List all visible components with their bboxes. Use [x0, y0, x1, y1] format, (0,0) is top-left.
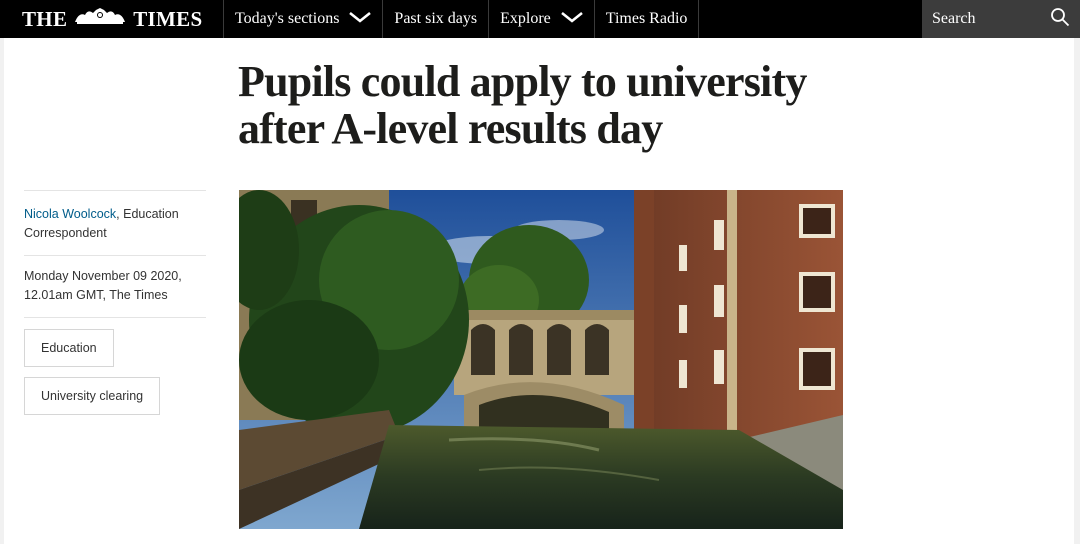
royal-crest-icon	[71, 6, 129, 32]
nav-label: Today's sections	[235, 10, 340, 27]
nav-explore[interactable]: Explore	[489, 0, 595, 38]
tag-university-clearing[interactable]: University clearing	[24, 377, 161, 415]
nav-label: Explore	[500, 10, 551, 27]
logo-text-the: THE	[22, 6, 68, 31]
times-logo[interactable]: THE TIMES	[0, 0, 224, 38]
nav-todays-sections[interactable]: Today's sections	[224, 0, 384, 38]
nav-times-radio[interactable]: Times Radio	[595, 0, 700, 38]
tag-education[interactable]: Education	[24, 329, 114, 367]
search-button[interactable]: Search	[922, 0, 1080, 38]
publish-time-source: 12.01am GMT, The Times	[24, 288, 168, 302]
nav-past-six-days[interactable]: Past six days	[383, 0, 490, 38]
article-meta: Nicola Woolcock, Education Correspondent…	[24, 190, 206, 425]
nav-label: Past six days	[394, 10, 478, 27]
article-headline: Pupils could apply to university after A…	[238, 58, 878, 152]
publish-date: Monday November 09 2020,	[24, 269, 182, 283]
top-navigation: THE TIMES Today's sections Past six days…	[0, 0, 1080, 38]
author-link[interactable]: Nicola Woolcock	[24, 207, 116, 221]
page-gutter-left	[0, 38, 4, 544]
headline-line-2: after A-level results day	[238, 104, 663, 153]
headline-line-1: Pupils could apply to university	[238, 57, 807, 106]
bridge-of-sighs-photo	[239, 190, 843, 529]
search-label: Search	[932, 10, 976, 27]
topic-tags: Education University clearing	[24, 329, 206, 415]
page-gutter-right	[1074, 38, 1080, 544]
logo-text-times: TIMES	[133, 6, 203, 31]
chevron-down-icon	[349, 10, 372, 28]
chevron-down-icon	[560, 10, 583, 28]
search-icon	[1050, 7, 1070, 32]
dateline: Monday November 09 2020, 12.01am GMT, Th…	[24, 256, 206, 317]
byline: Nicola Woolcock, Education Correspondent	[24, 191, 206, 255]
divider	[24, 317, 206, 318]
nav-label: Times Radio	[605, 10, 688, 27]
hero-image	[239, 190, 843, 529]
